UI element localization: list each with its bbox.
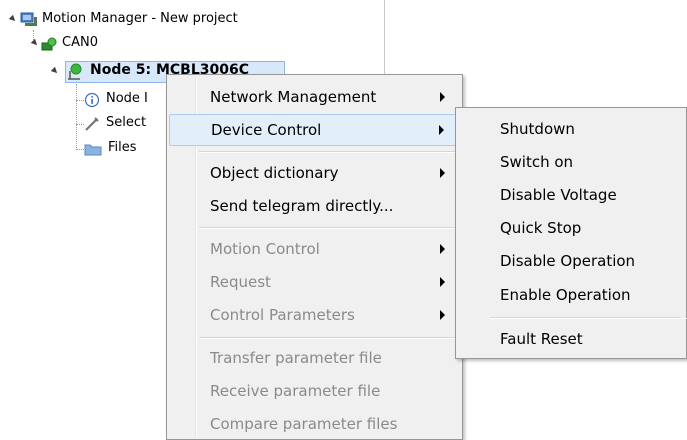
submenu-arrow-icon: [440, 92, 445, 102]
submenu-arrow-icon: [439, 125, 444, 135]
submenu-arrow-icon: [440, 277, 445, 287]
menu-item-label: Transfer parameter file: [210, 349, 382, 367]
tree-connector: [76, 100, 84, 101]
menu-item-device-control[interactable]: Device Control: [169, 114, 460, 146]
menu-item-label: Request: [210, 273, 271, 291]
tree-connector: [76, 124, 84, 125]
menu-item-label: Control Parameters: [210, 306, 355, 324]
menu-item-network-management[interactable]: Network Management: [169, 81, 460, 113]
submenu-item-quick-stop[interactable]: Quick Stop: [458, 212, 684, 244]
submenu-item-enable-operation[interactable]: Enable Operation: [458, 279, 684, 311]
submenu-item-switch-on[interactable]: Switch on: [458, 146, 684, 178]
menu-item-label: Compare parameter files: [210, 415, 398, 433]
expander-icon[interactable]: [30, 38, 40, 48]
menu-item-send-telegram[interactable]: Send telegram directly...: [169, 190, 460, 222]
info-icon: [84, 92, 100, 108]
folder-icon: [84, 144, 102, 156]
submenu-arrow-icon: [440, 244, 445, 254]
menu-item-label: Network Management: [210, 88, 377, 106]
menu-item-label: Switch on: [500, 153, 574, 171]
menu-item-label: Motion Control: [210, 240, 320, 258]
menu-item-transfer-parameter-file[interactable]: Transfer parameter file: [169, 342, 460, 374]
tree-item-label: Node I: [106, 91, 148, 106]
menu-item-object-dictionary[interactable]: Object dictionary: [169, 157, 460, 189]
menu-separator: [199, 227, 457, 229]
expander-icon[interactable]: [8, 14, 18, 24]
menu-item-label: Device Control: [211, 121, 322, 139]
submenu-arrow-icon: [440, 168, 445, 178]
submenu-arrow-icon: [440, 310, 445, 320]
menu-item-label: Disable Voltage: [500, 186, 617, 204]
tree-item-label: Select: [106, 115, 147, 130]
menu-item-motion-control[interactable]: Motion Control: [169, 233, 460, 265]
menu-item-label: Enable Operation: [500, 286, 631, 304]
device-control-submenu: Shutdown Switch on Disable Voltage Quick…: [455, 107, 687, 359]
menu-item-label: Receive parameter file: [210, 382, 381, 400]
submenu-item-fault-reset[interactable]: Fault Reset: [458, 323, 684, 355]
menu-separator: [490, 317, 687, 319]
menu-separator: [199, 337, 457, 339]
tree-connector: [76, 84, 77, 150]
menu-item-label: Quick Stop: [500, 219, 582, 237]
submenu-item-disable-operation[interactable]: Disable Operation: [458, 245, 684, 277]
expander-icon[interactable]: [50, 66, 60, 76]
menu-item-request[interactable]: Request: [169, 266, 460, 298]
context-menu: Network Management Device Control Object…: [166, 74, 463, 440]
pen-icon: [85, 117, 99, 131]
can-bus-icon: [41, 37, 57, 51]
menu-item-label: Object dictionary: [210, 164, 339, 182]
menu-item-label: Send telegram directly...: [210, 197, 394, 215]
submenu-item-shutdown[interactable]: Shutdown: [458, 113, 684, 145]
menu-separator: [199, 151, 457, 153]
menu-item-control-parameters[interactable]: Control Parameters: [169, 299, 460, 331]
menu-item-label: Shutdown: [500, 120, 575, 138]
tree-item-label: CAN0: [62, 35, 98, 50]
menu-item-label: Fault Reset: [500, 330, 583, 348]
menu-item-compare-parameter-files[interactable]: Compare parameter files: [169, 408, 460, 440]
node-status-icon: [68, 63, 82, 80]
menu-item-receive-parameter-file[interactable]: Receive parameter file: [169, 375, 460, 407]
tree-item-label: Files: [108, 140, 137, 155]
tree-connector: [76, 149, 84, 150]
submenu-item-disable-voltage[interactable]: Disable Voltage: [458, 179, 684, 211]
tree-item-label: Motion Manager - New project: [42, 11, 238, 26]
project-network-icon: [20, 12, 37, 26]
menu-item-label: Disable Operation: [500, 252, 636, 270]
